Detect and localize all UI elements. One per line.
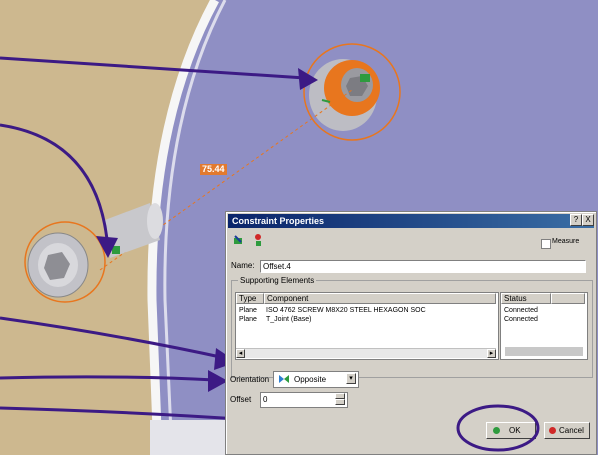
orientation-label: Orientation xyxy=(230,375,270,384)
measure-checkbox[interactable] xyxy=(541,239,551,249)
orientation-select[interactable]: Opposite ▾ xyxy=(273,371,359,388)
dimension-label[interactable]: 75.44 xyxy=(200,164,227,175)
supporting-elements-label: Supporting Elements xyxy=(238,276,317,285)
cancel-button[interactable]: Cancel xyxy=(544,422,590,439)
row-2-type: Plane xyxy=(239,316,257,323)
scroll-right-icon[interactable]: ▸ xyxy=(487,349,496,358)
ok-label: OK xyxy=(509,426,521,435)
row-2-status: Connected xyxy=(504,316,538,323)
offset-label: Offset xyxy=(230,395,252,404)
cancel-label: Cancel xyxy=(559,426,584,435)
offset-constraint-icon xyxy=(234,235,242,244)
offset-input[interactable]: 0 xyxy=(260,392,348,408)
status-icon xyxy=(255,234,261,246)
ok-icon xyxy=(493,427,500,434)
cad-viewport[interactable]: 75.44 Constraint Properties ? X Measure … xyxy=(0,0,598,455)
ok-button[interactable]: OK xyxy=(486,422,536,439)
column-header-type[interactable]: Type xyxy=(236,293,264,304)
spin-down-icon[interactable] xyxy=(335,399,345,405)
chevron-down-icon[interactable]: ▾ xyxy=(346,373,356,384)
name-label: Name: xyxy=(231,261,255,270)
help-button[interactable]: ? xyxy=(570,214,582,226)
offset-value: 0 xyxy=(263,395,268,404)
constraint-properties-dialog: Constraint Properties ? X Measure Name: … xyxy=(225,211,597,455)
status-table[interactable]: Status Connected Connected xyxy=(500,292,588,360)
row-2-component: T_Joint (Base) xyxy=(266,316,312,323)
row-1-type: Plane xyxy=(239,307,257,314)
constraint-icons xyxy=(234,234,261,246)
orientation-value: Opposite xyxy=(294,375,327,384)
scroll-left-icon[interactable]: ◂ xyxy=(236,349,245,358)
column-header-extra[interactable] xyxy=(551,293,585,304)
column-header-status[interactable]: Status xyxy=(501,293,551,304)
row-1-status: Connected xyxy=(504,307,538,314)
table-hscrollbar[interactable]: ◂ ▸ xyxy=(236,348,496,358)
close-button[interactable]: X xyxy=(582,214,594,226)
supporting-elements-table[interactable]: Type Component Plane ISO 4762 SCREW M8X2… xyxy=(235,292,499,360)
dialog-title: Constraint Properties xyxy=(228,214,594,228)
measure-label: Measure xyxy=(552,238,580,245)
opposite-orientation-icon xyxy=(279,375,289,383)
cancel-icon xyxy=(549,427,556,434)
column-header-component[interactable]: Component xyxy=(264,293,496,304)
row-1-component: ISO 4762 SCREW M8X20 STEEL HEXAGON SOC xyxy=(266,307,426,314)
name-input[interactable]: Offset.4 xyxy=(260,260,586,273)
reconnect-button[interactable] xyxy=(505,347,583,356)
